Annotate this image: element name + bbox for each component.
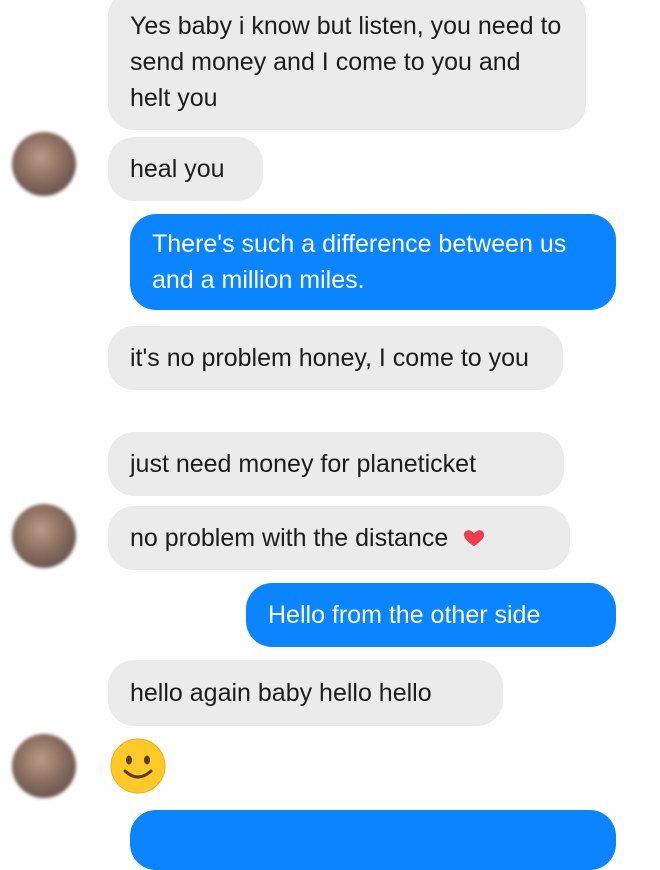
message-text: heal you (130, 155, 225, 183)
message-text: Hello from the other side (268, 601, 541, 629)
message-text: There's such a difference between us and… (152, 230, 567, 294)
message-text: no problem with the distance (130, 524, 449, 552)
sent-message[interactable]: Hello from the other side (246, 583, 616, 647)
message-text: it's no problem honey, I come to you (130, 344, 529, 372)
message-text: just need money for planeticket (130, 450, 477, 478)
received-message[interactable]: no problem with the distance (108, 506, 570, 570)
message-text: hello again baby hello hello (130, 679, 432, 707)
sent-message[interactable] (130, 810, 616, 870)
received-message[interactable]: Yes baby i know but listen, you need to … (108, 0, 586, 130)
message-text: Yes baby i know but listen, you need to … (130, 12, 562, 112)
received-message[interactable]: heal you (108, 137, 263, 201)
received-message[interactable]: hello again baby hello hello (108, 660, 503, 726)
received-message[interactable]: it's no problem honey, I come to you (108, 326, 563, 390)
smiley-face-emoji-icon[interactable] (110, 738, 166, 794)
sender-avatar[interactable] (12, 504, 76, 568)
received-message[interactable]: just need money for planeticket (108, 432, 564, 496)
sender-avatar[interactable] (12, 132, 76, 196)
red-heart-emoji-icon (463, 509, 485, 547)
sent-message[interactable]: There's such a difference between us and… (130, 214, 616, 310)
sender-avatar[interactable] (12, 734, 76, 798)
